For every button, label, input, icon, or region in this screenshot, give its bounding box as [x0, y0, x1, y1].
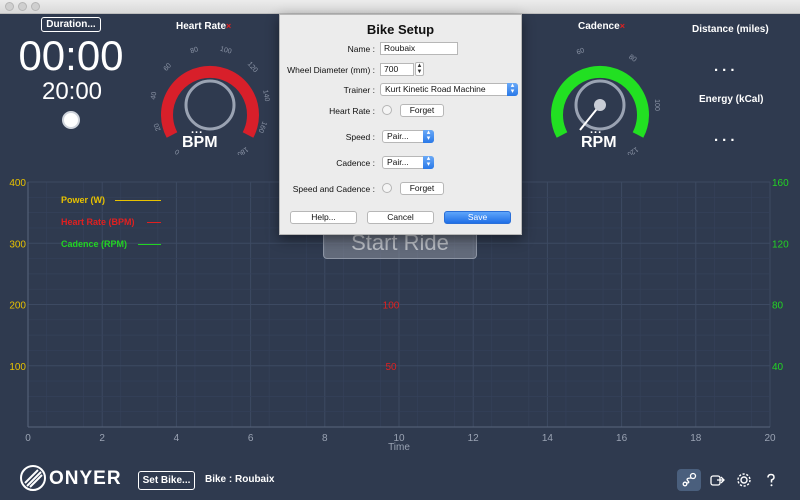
legend-power-line: [115, 200, 161, 201]
x-tick-label: 20: [764, 433, 776, 444]
gear-icon[interactable]: [732, 469, 756, 491]
trainer-label: Trainer :: [343, 85, 375, 95]
gauge-tick-label: 20: [153, 122, 163, 132]
trainer-select[interactable]: Kurt Kinetic Road Machine ▴ ▾: [380, 82, 518, 96]
help-icon[interactable]: [759, 469, 783, 491]
elapsed-time: 00:00: [18, 32, 124, 79]
heart-rate-tick-label: 50: [385, 362, 397, 373]
x-tick-label: 12: [468, 433, 480, 444]
cadence-needle-hub: [594, 99, 606, 111]
target-time: 20:00: [41, 78, 103, 105]
gauge-tick-label: 40: [150, 91, 158, 100]
logo-stripes: [24, 469, 43, 488]
heart-rate-sensor-label: Heart Rate :: [329, 106, 375, 116]
x-tick-label: 2: [99, 433, 105, 444]
gauge-tick-label: 180: [236, 145, 250, 155]
x-tick-label: 6: [248, 433, 254, 444]
dialog-title: Bike Setup: [366, 22, 435, 37]
x-tick-label: 4: [174, 433, 180, 444]
x-tick-label: 16: [616, 433, 628, 444]
gauge-tick-label: 60: [576, 47, 586, 56]
heart-rate-remove-icon[interactable]: ×: [226, 21, 231, 31]
heart-rate-title-text: Heart Rate: [176, 21, 227, 32]
close-window-button[interactable]: [5, 2, 14, 11]
legend-cadence-line: [138, 244, 161, 245]
cancel-button[interactable]: Cancel: [367, 211, 434, 224]
heart-rate-forget-button[interactable]: Forget: [400, 104, 444, 117]
bike-setup-dialog: Bike Setup Name : Roubaix Wheel Diameter…: [279, 14, 522, 235]
x-tick-label: 18: [690, 433, 702, 444]
energy-label: Energy (kCal): [699, 94, 764, 105]
gauge-tick-label: 140: [261, 89, 270, 102]
gauge-tick-label: 120: [246, 61, 259, 74]
x-tick-label: 0: [25, 433, 31, 444]
bike-label: Bike : Roubaix: [205, 474, 275, 485]
cadence-title: Cadence×: [578, 21, 625, 32]
gauge-tick-label: 100: [653, 99, 660, 111]
wheel-diameter-stepper[interactable]: ▲ ▼: [415, 62, 424, 76]
chevron-updown-icon: ▴ ▾: [423, 155, 434, 169]
left-y-tick-label: 100: [9, 362, 26, 373]
export-icon[interactable]: [705, 469, 729, 491]
speed-cadence-forget-button[interactable]: Forget: [400, 182, 444, 195]
heart-rate-title: Heart Rate×: [176, 21, 231, 32]
left-y-tick-label: 200: [9, 301, 26, 312]
distance-label: Distance (miles): [692, 24, 769, 35]
help-button[interactable]: Help...: [290, 211, 357, 224]
speed-pair-value: Pair...: [387, 131, 409, 141]
set-bike-button[interactable]: Set Bike...: [138, 471, 195, 490]
gauge-tick-label: 120: [626, 145, 640, 155]
legend-cadence: Cadence (RPM): [61, 239, 128, 249]
minimize-window-button[interactable]: [18, 2, 27, 11]
distance-value: ...: [714, 58, 739, 75]
gauge-tick-label: 80: [627, 54, 637, 64]
timer-knob[interactable]: [62, 111, 80, 129]
heart-rate-unit: BPM: [182, 134, 218, 151]
x-tick-label: 8: [322, 433, 328, 444]
cadence-pair-value: Pair...: [387, 157, 409, 167]
cadence-sensor-label: Cadence :: [336, 158, 375, 168]
x-tick-label: 14: [542, 433, 554, 444]
wheel-diameter-label: Wheel Diameter (mm) :: [287, 65, 375, 75]
onyer-logo-icon: [20, 465, 46, 491]
duration-button[interactable]: Duration...: [41, 17, 101, 32]
name-input[interactable]: Roubaix: [380, 42, 458, 55]
name-label: Name :: [347, 44, 375, 54]
gauge-tick-label: 0: [174, 147, 181, 155]
x-axis-label: Time: [388, 442, 410, 453]
speed-sensor-label: Speed :: [345, 132, 375, 142]
save-button[interactable]: Save: [444, 211, 511, 224]
cadence-unit: RPM: [581, 134, 617, 151]
left-y-tick-label: 400: [9, 178, 26, 189]
heart-rate-tick-label: 100: [383, 301, 400, 312]
cadence-pair-select[interactable]: Pair... ▴ ▾: [382, 155, 434, 169]
cadence-remove-icon[interactable]: ×: [620, 21, 625, 31]
window-titlebar: [0, 0, 800, 14]
gauge-tick-label: 80: [190, 46, 200, 55]
speed-pair-select[interactable]: Pair... ▴ ▾: [382, 129, 434, 143]
energy-value: ...: [714, 128, 739, 145]
legend-heart-rate: Heart Rate (BPM): [61, 217, 135, 227]
right-y-tick-label: 120: [772, 239, 789, 250]
speed-cadence-status-indicator: [382, 183, 392, 193]
legend-power: Power (W): [61, 195, 105, 205]
right-y-tick-label: 160: [772, 178, 789, 189]
gauge-tick-label: 60: [163, 62, 173, 73]
heart-rate-status-indicator: [382, 105, 392, 115]
logo-text: ONYER: [49, 468, 122, 489]
chevron-updown-icon: ▴ ▾: [423, 129, 434, 143]
legend-heart-rate-line: [147, 222, 161, 223]
wheel-diameter-input[interactable]: 700: [380, 63, 414, 76]
speed-cadence-sensor-label: Speed and Cadence :: [292, 184, 375, 194]
heart-rate-dial: [184, 79, 236, 131]
chevron-updown-icon: ▴ ▾: [507, 82, 518, 96]
route-icon[interactable]: [677, 469, 701, 491]
gauge-tick-label: 100: [219, 46, 232, 56]
right-y-tick-label: 80: [772, 301, 784, 312]
right-y-tick-label: 40: [772, 362, 784, 373]
trainer-select-value: Kurt Kinetic Road Machine: [385, 84, 486, 94]
cadence-title-text: Cadence: [578, 21, 620, 32]
zoom-window-button[interactable]: [31, 2, 40, 11]
left-y-tick-label: 300: [9, 239, 26, 250]
